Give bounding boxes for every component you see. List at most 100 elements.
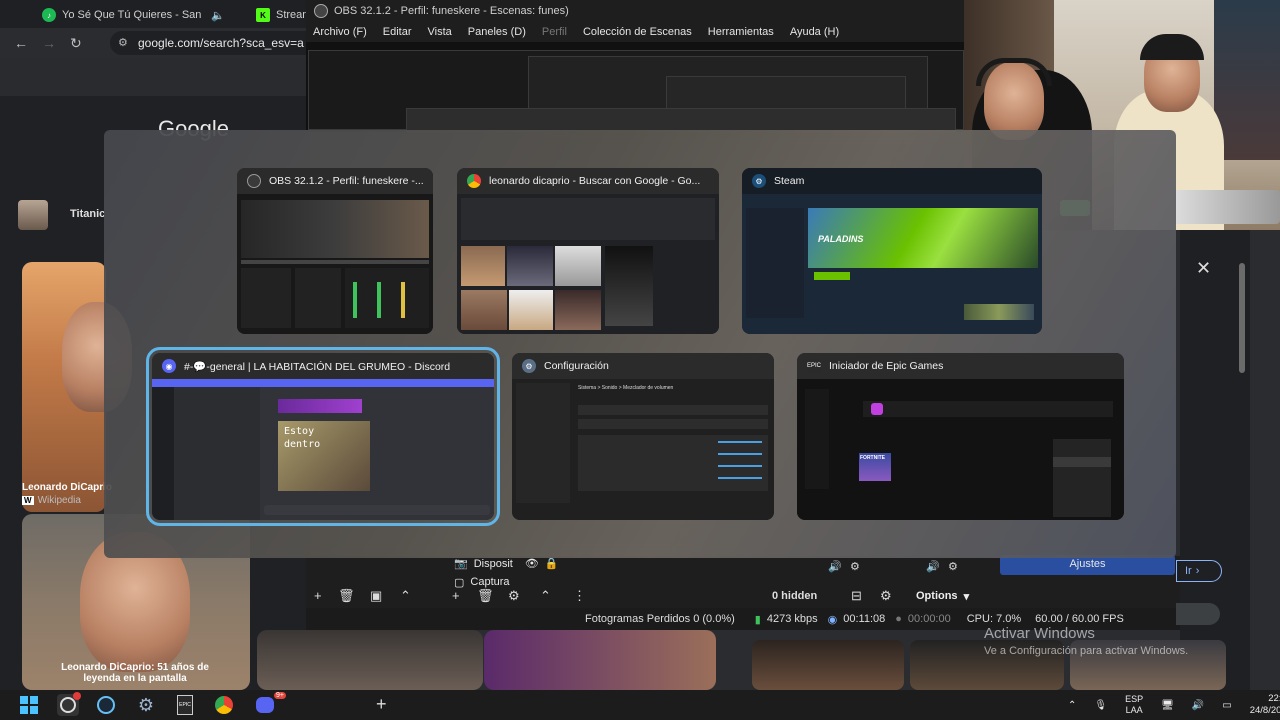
go-button-label: Ir xyxy=(1185,565,1192,577)
mixer-settings-icon[interactable]: ⚙ xyxy=(850,560,860,573)
add-scene-button[interactable]: + xyxy=(314,588,322,603)
notice-icon xyxy=(871,403,883,415)
browser-tab-strip: ♪ Yo Sé Que Tú Quieres - San 🔈 ✕ K Strea… xyxy=(0,0,312,28)
close-icon[interactable]: ✕ xyxy=(1196,258,1211,279)
source-properties-button[interactable]: ⚙ xyxy=(508,588,520,604)
titanic-thumbnail[interactable] xyxy=(18,200,48,230)
clock[interactable]: 22:10 24/8/2026 xyxy=(1250,693,1280,717)
language-switcher[interactable]: ESP LAA xyxy=(1125,694,1143,716)
image-thumb xyxy=(509,290,553,330)
window-preview: Estoy dentro xyxy=(152,379,494,520)
settings-button[interactable]: Ajustes xyxy=(1000,555,1175,575)
window-header: ◉ #-💬-general | LA HABITACIÓN DEL GRUMEO… xyxy=(152,353,494,379)
volume-icon[interactable]: 🔊 xyxy=(926,560,940,573)
browser-tab-stream[interactable]: K Stream xyxy=(256,4,312,26)
notice-bar xyxy=(863,401,1113,417)
secondary-button[interactable] xyxy=(1176,603,1220,625)
address-bar-url: google.com/search?sca_esv=a xyxy=(138,36,304,50)
scrollbar[interactable] xyxy=(1238,255,1246,665)
add-source-button[interactable]: + xyxy=(452,588,460,603)
image-thumb xyxy=(461,290,507,330)
image-result-3[interactable] xyxy=(257,630,483,690)
image-caption[interactable]: Leonardo DiCaprio xyxy=(22,482,112,493)
kick-icon: K xyxy=(256,8,270,22)
remove-scene-button[interactable]: 🗑 xyxy=(338,588,355,604)
eye-icon[interactable]: 👁 xyxy=(525,557,539,570)
image-thumb xyxy=(507,246,553,286)
taskview-window-steam[interactable]: ⚙ Steam PALADINS xyxy=(742,168,1042,334)
reload-icon[interactable]: ↻ xyxy=(70,35,82,52)
window-title: leonardo dicaprio - Buscar con Google - … xyxy=(489,175,701,187)
stream-time: 00:11:08 xyxy=(843,613,886,625)
scenes-panel xyxy=(241,268,291,328)
battery-icon[interactable]: ▭ xyxy=(1222,700,1231,711)
new-desktop-button[interactable]: + xyxy=(376,694,387,715)
sources-panel xyxy=(295,268,341,328)
game-tile-title: FORTNITE xyxy=(860,455,885,461)
more-icon[interactable]: ⋮ xyxy=(573,588,586,604)
address-bar[interactable]: ⚙ google.com/search?sca_esv=a xyxy=(110,31,310,55)
activation-subtitle: Ve a Configuración para activar Windows. xyxy=(984,645,1189,657)
menu-item-perfil[interactable]: Perfil xyxy=(542,26,567,38)
show-hidden-icons-icon[interactable]: ⌃ xyxy=(1068,700,1076,711)
taskview-window-discord[interactable]: ◉ #-💬-general | LA HABITACIÓN DEL GRUMEO… xyxy=(146,347,500,526)
person-right-hair xyxy=(1140,34,1204,60)
scrollbar-thumb[interactable] xyxy=(1239,263,1245,373)
steam-icon: ⚙ xyxy=(752,174,766,188)
menu-item-ayuda[interactable]: Ayuda (H) xyxy=(790,26,839,38)
obs-icon[interactable] xyxy=(57,692,81,716)
image-caption[interactable]: Leonardo DiCaprio: 51 años de leyenda en… xyxy=(50,662,220,684)
scene-filter-button[interactable]: ▣ xyxy=(370,588,382,604)
steam-icon[interactable] xyxy=(95,694,117,716)
discord-icon[interactable]: 9+ xyxy=(254,692,286,716)
notification-badge: 9+ xyxy=(274,692,286,699)
taskview-window-obs[interactable]: OBS 32.1.2 - Perfil: funeskere -... xyxy=(237,168,433,334)
remove-source-button[interactable]: 🗑 xyxy=(477,588,494,604)
site-settings-icon[interactable]: ⚙ xyxy=(118,36,128,49)
forward-arrow-icon[interactable]: → xyxy=(42,35,56,51)
menu-item-coleccion[interactable]: Colección de Escenas xyxy=(583,26,692,38)
menu-item-herramientas[interactable]: Herramientas xyxy=(708,26,774,38)
channel-list xyxy=(174,387,260,520)
taskview-window-settings[interactable]: ⚙ Configuración Sistema > Sonido > Mezcl… xyxy=(512,353,774,520)
image-source[interactable]: W Wikipedia xyxy=(22,495,81,506)
lock-icon[interactable]: 🔒 xyxy=(545,557,559,570)
epic-icon[interactable]: EPIC xyxy=(174,694,196,716)
move-source-up-button[interactable]: ⌃ xyxy=(540,588,551,604)
browser-tab-spotify[interactable]: ♪ Yo Sé Que Tú Quieres - San 🔈 ✕ xyxy=(42,4,227,26)
windows-start-icon[interactable] xyxy=(18,694,40,716)
image-result-5[interactable] xyxy=(752,640,904,690)
speaker-icon[interactable]: 🔈 xyxy=(211,9,225,22)
network-icon[interactable]: 🖥 xyxy=(1161,700,1174,711)
layout-icon[interactable]: ⊟ xyxy=(851,588,862,604)
image-result-4[interactable] xyxy=(484,630,716,690)
taskview-window-epic[interactable]: EPIC Iniciador de Epic Games FORTNITE xyxy=(797,353,1124,520)
task-view-overlay: OBS 32.1.2 - Perfil: funeskere -... leon… xyxy=(104,130,1176,558)
stream-icon: ◉ xyxy=(827,613,838,626)
volume-icon[interactable]: 🔊 xyxy=(1192,700,1204,711)
menu-item-archivo[interactable]: Archivo (F) xyxy=(313,26,367,38)
chrome-icon[interactable] xyxy=(213,694,235,716)
audio-meter xyxy=(401,282,405,318)
side-result-title[interactable]: Titanic xyxy=(70,208,105,220)
go-button[interactable]: Ir › xyxy=(1176,560,1222,582)
menu-item-paneles[interactable]: Paneles (D) xyxy=(468,26,526,38)
source-item[interactable]: 📷 Disposit 👁 🔒 xyxy=(454,557,559,571)
back-arrow-icon[interactable]: ← xyxy=(14,35,28,51)
obs-preview-canvas[interactable] xyxy=(306,42,966,132)
volume-icon[interactable]: 🔊 xyxy=(828,560,842,573)
menu-item-vista[interactable]: Vista xyxy=(428,26,452,38)
clothes-rack xyxy=(1214,0,1280,160)
audio-settings-icon[interactable]: ⚙ xyxy=(880,588,892,604)
image-result-1[interactable] xyxy=(22,262,132,512)
volume-slider xyxy=(718,453,762,455)
settings-icon[interactable]: ⚙ xyxy=(135,694,157,716)
options-dropdown[interactable]: Options ▾ xyxy=(916,590,969,603)
options-label: Options xyxy=(916,590,958,602)
microphone-icon[interactable]: 🎙 xyxy=(1094,700,1107,711)
menu-item-editar[interactable]: Editar xyxy=(383,26,412,38)
taskbar: ⚙ EPIC 9+ + ⌃ 🎙 ESP LAA 🖥 🔊 ▭ 22:10 24/8… xyxy=(0,690,1280,720)
move-up-button[interactable]: ⌃ xyxy=(400,588,411,604)
mixer-settings-icon[interactable]: ⚙ xyxy=(948,560,958,573)
taskview-window-chrome[interactable]: leonardo dicaprio - Buscar con Google - … xyxy=(457,168,719,334)
